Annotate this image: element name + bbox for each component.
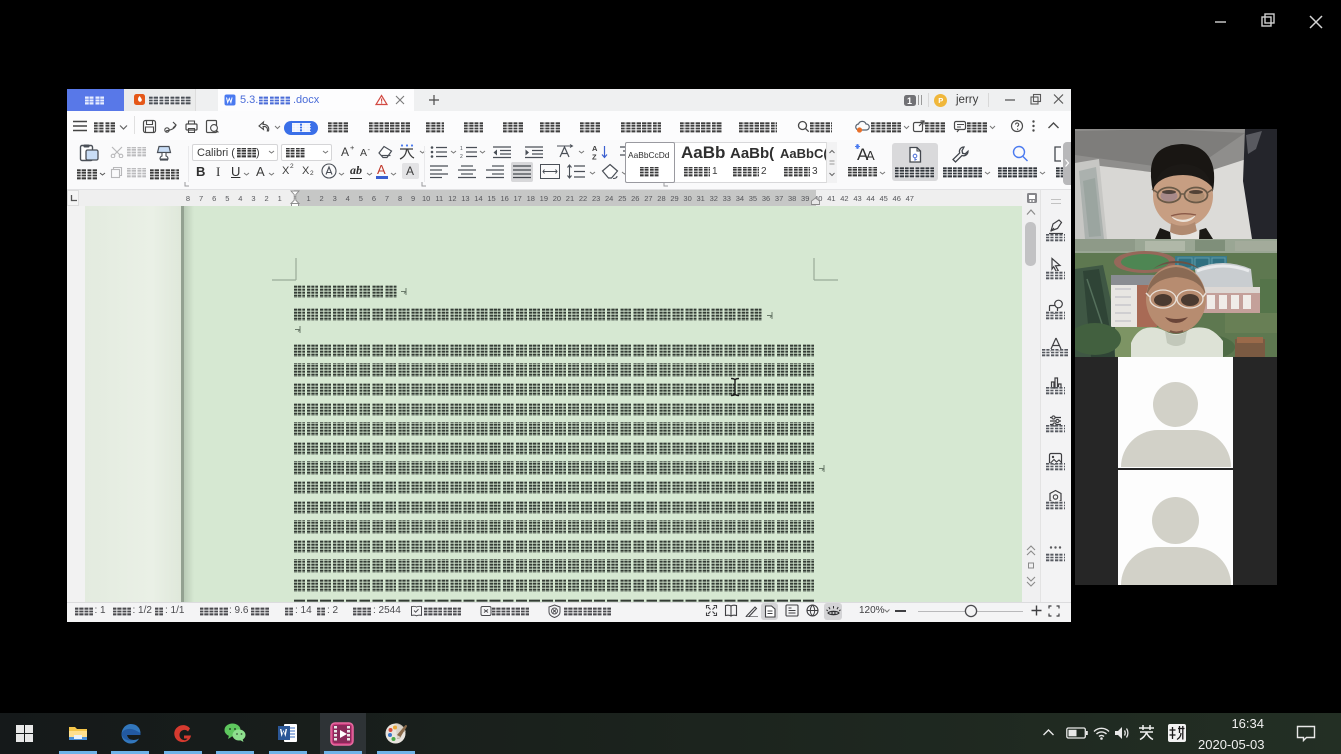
- svg-text:Z: Z: [592, 153, 597, 161]
- svg-text:2: 2: [460, 154, 463, 159]
- svg-text:A: A: [866, 148, 875, 163]
- svg-text:1: 1: [460, 146, 463, 152]
